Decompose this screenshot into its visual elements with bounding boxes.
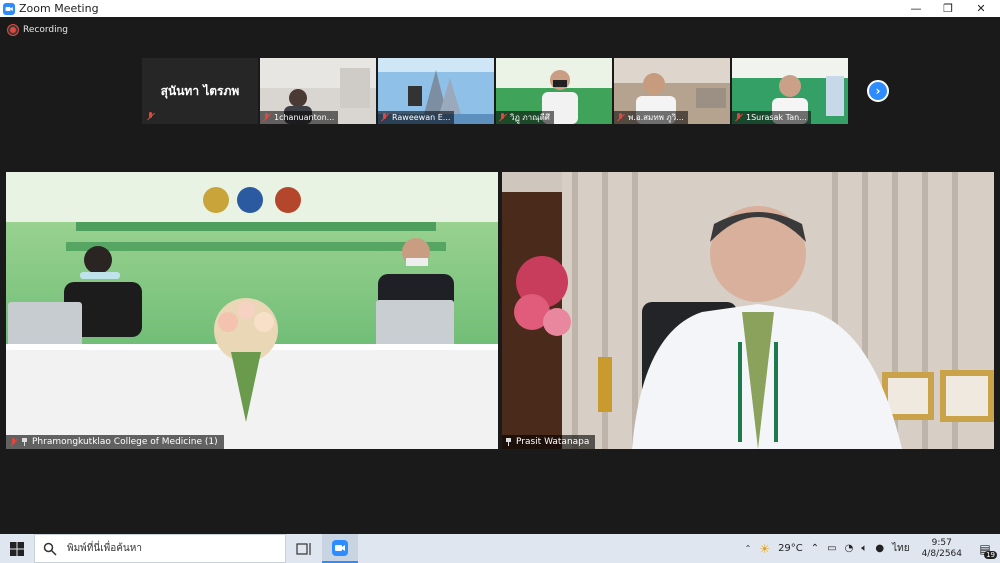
clock-time: 9:57 [931,537,952,548]
mic-muted-icon [262,113,271,122]
chevron-right-icon: › [875,84,881,98]
zoom-logo-icon [3,2,15,15]
main-video-tile[interactable]: Phramongkutklao College of Medicine (1) [6,172,498,449]
pin-icon [21,438,28,446]
mic-muted-icon [734,113,743,122]
mic-muted-icon [498,113,507,122]
participant-label: Raweewan E... [378,111,455,124]
participant-label: Prasit Watanapa [502,435,596,449]
clock-date: 4/8/2564 [921,548,962,559]
participant-label: Phramongkutklao College of Medicine (1) [6,435,224,449]
participant-name: Phramongkutklao College of Medicine (1) [32,437,218,447]
battery-icon[interactable]: ▭ [827,543,836,554]
minimize-button[interactable]: — [901,0,931,17]
weather-temp[interactable]: 29°C [778,543,803,554]
title-bar: Zoom Meeting — ❐ ✕ [0,0,1000,17]
show-hidden-icons-icon[interactable]: ⌃ [811,543,819,554]
next-page-button[interactable]: › [867,80,889,102]
start-button[interactable] [0,534,34,563]
participant-name: พ.อ.สมทพ ภูวิ... [628,113,684,122]
zoom-taskbar-button[interactable] [322,534,358,563]
microphone-icon[interactable]: ● [875,543,884,554]
weather-icon: ☀ [759,541,771,556]
pin-icon [505,438,512,446]
participant-name: Prasit Watanapa [516,437,590,447]
participant-thumbnail[interactable]: พ.อ.สมทพ ภูวิ... [614,58,730,124]
participant-thumbnail[interactable]: สุนันทา ไตรภพ [142,58,258,124]
mic-muted-icon [146,112,155,121]
maximize-button[interactable]: ❐ [933,0,963,17]
recording-indicator[interactable]: Recording [8,25,68,35]
recording-label: Recording [23,25,69,35]
participant-label: 1Surasak Tan... [732,111,811,124]
volume-icon[interactable]: 🔈︎ [861,543,867,554]
participant-label: พ.อ.สมทพ ภูวิ... [614,111,688,124]
scroll-chevron-icon[interactable]: ⌃ [745,544,752,553]
network-icon[interactable]: ◔ [845,543,854,554]
close-button[interactable]: ✕ [966,0,996,17]
recording-dot-icon [8,25,18,35]
participant-video [6,172,498,449]
search-placeholder: พิมพ์ที่นี่เพื่อค้นหา [67,543,142,554]
input-language[interactable]: ไทย [892,541,909,556]
zoom-app-icon [332,539,348,556]
participant-label: วิฏู ภาณุดีศึ [496,111,554,124]
main-video-tile[interactable]: Prasit Watanapa [502,172,994,449]
windows-logo-icon [10,541,24,556]
participant-video [502,172,994,449]
participant-thumbnail[interactable]: 1chanuanton... [260,58,376,124]
system-tray: ⌃ ☀ 29°C ⌃ ▭ ◔ 🔈︎ ● ไทย 9:57 4/8/2564 ▤ … [741,534,1000,563]
task-view-button[interactable] [286,534,322,563]
window-title: Zoom Meeting [19,2,99,15]
participant-name: 1chanuanton... [274,113,335,122]
participant-thumbnail[interactable]: Raweewan E... [378,58,494,124]
participant-thumbnail[interactable]: วิฏู ภาณุดีศึ [496,58,612,124]
mic-muted-icon [616,113,625,122]
notification-badge: 19 [984,551,997,559]
participant-thumbnail-strip: สุนันทา ไตรภพ 1chanuanton... Raweewan E.… [142,58,848,124]
participant-name: Raweewan E... [392,113,451,122]
participant-thumbnail[interactable]: 1Surasak Tan... [732,58,848,124]
participant-name: สุนันทา ไตรภพ [160,83,240,98]
participant-name: 1Surasak Tan... [746,113,807,122]
mic-muted-icon [9,437,18,447]
taskbar-clock[interactable]: 9:57 4/8/2564 [922,538,962,560]
notification-center-button[interactable]: ▤ 19 [970,534,1000,563]
task-view-icon [296,542,311,555]
participant-label: 1chanuanton... [260,111,339,124]
participant-name: วิฏู ภาณุดีศึ [510,113,550,122]
taskbar: พิมพ์ที่นี่เพื่อค้นหา ⌃ ☀ 29°C ⌃ ▭ ◔ 🔈︎ … [0,534,1000,563]
taskbar-search[interactable]: พิมพ์ที่นี่เพื่อค้นหา [34,534,286,563]
mic-muted-icon [380,113,389,122]
search-icon [43,542,57,556]
meeting-stage: Recording สุนันทา ไตรภพ 1chanuanton... R… [0,17,1000,534]
